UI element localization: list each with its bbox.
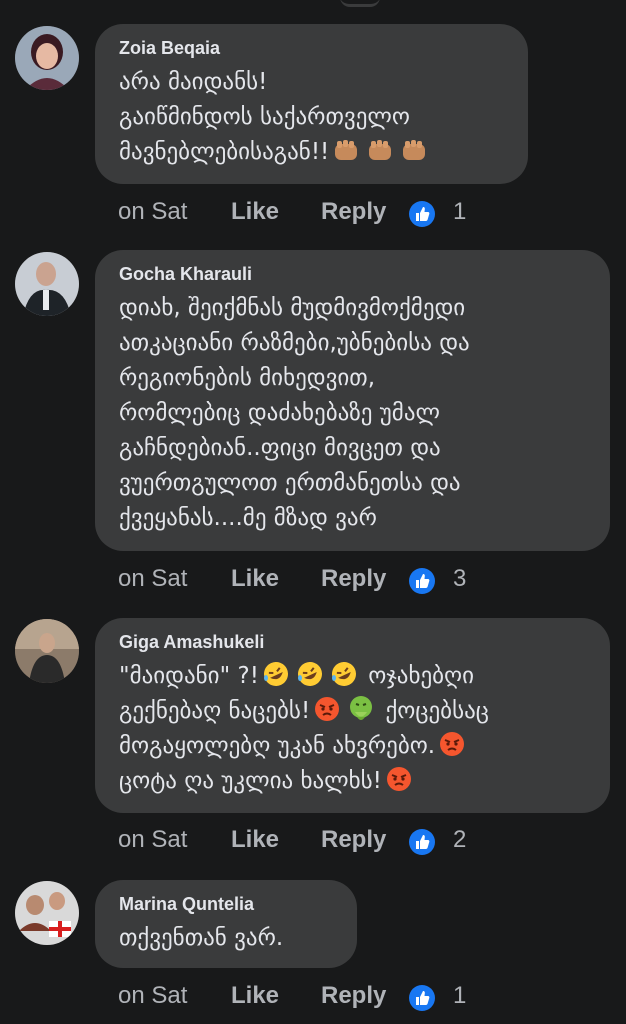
like-reaction-icon[interactable] <box>408 828 436 856</box>
comment-bubble: Marina Quntelia თქვენთან ვარ. <box>95 880 357 968</box>
like-button[interactable]: Like <box>231 982 279 1010</box>
like-reaction-icon[interactable] <box>408 984 436 1012</box>
comment-bubble: Gocha Kharauli დიახ, შეიქმნას მუდმივმოქმ… <box>95 250 610 551</box>
like-button[interactable]: Like <box>231 826 279 854</box>
like-reaction-icon[interactable] <box>408 567 436 595</box>
comment-text: დიახ, შეიქმნას მუდმივმოქმედი ათკაციანი რ… <box>119 295 470 531</box>
reaction-count[interactable]: 1 <box>453 198 466 226</box>
comment-author[interactable]: Zoia Beqaia <box>119 38 506 59</box>
angry-emoji <box>385 765 413 793</box>
comment-text: "მაიდანი" ?! ოჯახებღი გექნებაღ ნაცებს! ქ… <box>119 659 588 799</box>
reply-button[interactable]: Reply <box>321 565 386 593</box>
rofl-emoji <box>296 660 324 688</box>
angry-emoji <box>438 730 466 758</box>
like-button[interactable]: Like <box>231 565 279 593</box>
reply-button[interactable]: Reply <box>321 982 386 1010</box>
like-reaction-icon[interactable] <box>408 200 436 228</box>
comment-time[interactable]: on Sat <box>118 982 187 1010</box>
reaction-count[interactable]: 1 <box>453 982 466 1010</box>
avatar[interactable] <box>15 619 79 683</box>
rofl-emoji <box>330 660 358 688</box>
avatar[interactable] <box>15 252 79 316</box>
reply-button[interactable]: Reply <box>321 198 386 226</box>
avatar[interactable] <box>15 26 79 90</box>
like-button[interactable]: Like <box>231 198 279 226</box>
fist-emoji <box>366 136 394 164</box>
comment-time[interactable]: on Sat <box>118 565 187 593</box>
nauseated-emoji <box>347 695 375 723</box>
comment-author[interactable]: Gocha Kharauli <box>119 264 588 285</box>
fist-emoji <box>400 136 428 164</box>
comment-author[interactable]: Giga Amashukeli <box>119 632 588 653</box>
reaction-count[interactable]: 2 <box>453 826 466 854</box>
comment-time[interactable]: on Sat <box>118 198 187 226</box>
avatar[interactable] <box>15 881 79 945</box>
comment-time[interactable]: on Sat <box>118 826 187 854</box>
comment-text: თქვენთან ვარ. <box>119 925 284 951</box>
comment-bubble: Giga Amashukeli "მაიდანი" ?! ოჯახებღი გე… <box>95 618 610 813</box>
angry-emoji <box>313 695 341 723</box>
rofl-emoji <box>262 660 290 688</box>
comment-text: არა მაიდანს! გაიწმინდოს საქართველო მავნე… <box>119 65 506 170</box>
comment-bubble: Zoia Beqaia არა მაიდანს! გაიწმინდოს საქა… <box>95 24 528 184</box>
fist-emoji <box>332 136 360 164</box>
reply-button[interactable]: Reply <box>321 826 386 854</box>
reaction-count[interactable]: 3 <box>453 565 466 593</box>
comment-author[interactable]: Marina Quntelia <box>119 894 335 915</box>
thread-connector <box>340 0 380 7</box>
